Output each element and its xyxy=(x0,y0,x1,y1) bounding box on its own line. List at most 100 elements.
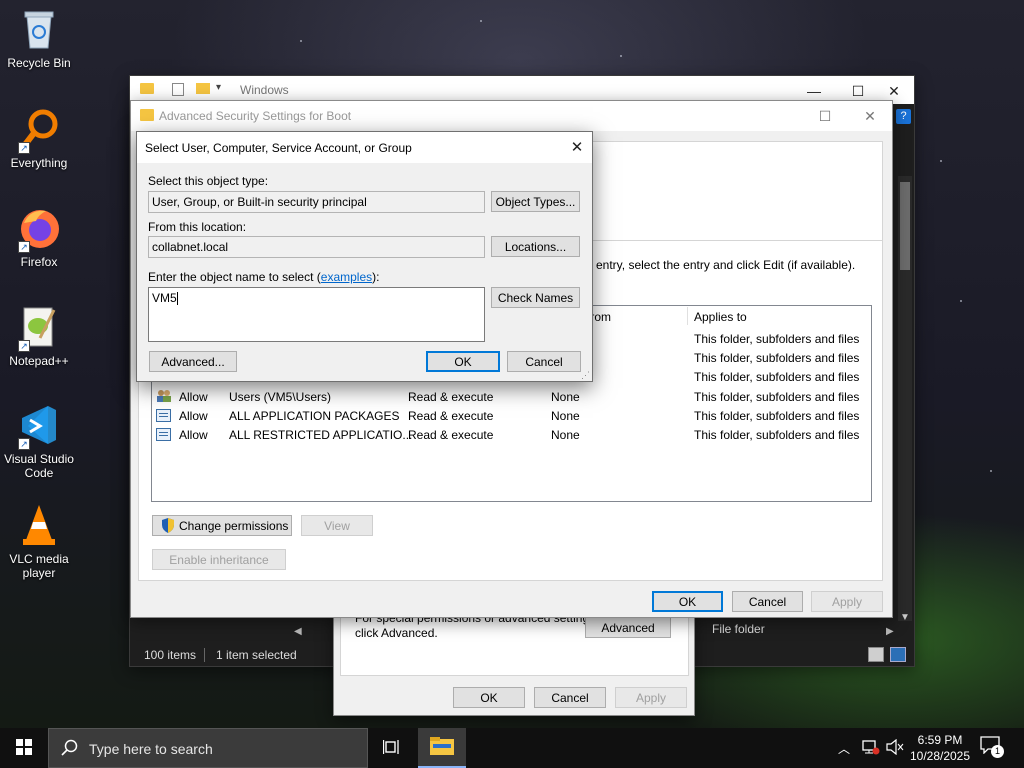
notification-count-badge: 1 xyxy=(991,745,1004,758)
scroll-right-icon[interactable]: ▶ xyxy=(886,626,894,637)
security-principal-icon xyxy=(156,428,171,441)
desktop-icon-notepad-plus-plus[interactable]: ↗ Notepad++ xyxy=(0,304,78,368)
vlc-cone-icon xyxy=(16,502,62,548)
maximize-icon[interactable]: ☐ xyxy=(803,101,847,131)
view-button[interactable]: View xyxy=(301,515,373,536)
desktop-icon-firefox[interactable]: ↗ Firefox xyxy=(0,205,78,269)
object-name-label: Enter the object name to select (example… xyxy=(148,270,379,284)
close-icon[interactable]: ✕ xyxy=(848,101,892,131)
ok-button[interactable]: OK xyxy=(426,351,500,372)
status-item-count: 100 items xyxy=(144,648,197,662)
permission-row[interactable]: Allow Users (VM5\Users) Read & execute N… xyxy=(153,387,870,406)
object-name-label-prefix: Enter the object name to select ( xyxy=(148,270,321,284)
users-group-icon xyxy=(156,389,172,403)
row-access: Read & execute xyxy=(408,390,494,404)
examples-link[interactable]: examples xyxy=(321,270,372,284)
advanced-cancel-button[interactable]: Cancel xyxy=(732,591,803,612)
permission-row[interactable]: Allow ALL RESTRICTED APPLICATIO... Read … xyxy=(153,425,870,444)
select-user-dialog: Select User, Computer, Service Account, … xyxy=(136,131,593,382)
object-name-label-suffix: ): xyxy=(372,270,380,284)
advanced-security-title: Advanced Security Settings for Boot xyxy=(159,109,352,123)
system-clock[interactable]: 6:59 PM 10/28/2025 xyxy=(906,731,974,765)
shortcut-arrow-icon: ↗ xyxy=(18,241,30,253)
location-label: From this location: xyxy=(148,220,247,234)
desktop-icon-vscode[interactable]: ↗ Visual Studio Code xyxy=(0,402,78,480)
row-inherited-from: None xyxy=(551,409,580,423)
shortcut-arrow-icon: ↗ xyxy=(18,142,30,154)
advanced-ok-button[interactable]: OK xyxy=(652,591,723,612)
row-type: Allow xyxy=(179,390,208,404)
boot-properties-window: For special permissions or advanced sett… xyxy=(333,605,695,716)
status-selected-count: 1 item selected xyxy=(216,648,297,662)
row-type: Allow xyxy=(179,428,208,442)
new-folder-quick-icon[interactable] xyxy=(196,83,210,94)
star xyxy=(990,470,992,472)
scroll-down-icon[interactable]: ▼ xyxy=(900,612,910,623)
advanced-apply-button[interactable]: Apply xyxy=(811,591,883,612)
object-name-input[interactable]: VM5 xyxy=(148,287,485,342)
properties-apply-button[interactable]: Apply xyxy=(615,687,687,708)
details-view-icon[interactable] xyxy=(868,647,884,662)
notification-center-button[interactable]: 1 xyxy=(980,736,1006,760)
cancel-button[interactable]: Cancel xyxy=(507,351,581,372)
folder-icon xyxy=(140,109,154,121)
row-principal: ALL RESTRICTED APPLICATIO... xyxy=(229,428,413,442)
row-access: Read & execute xyxy=(408,428,494,442)
help-icon[interactable]: ? xyxy=(896,109,911,124)
shortcut-arrow-icon: ↗ xyxy=(18,438,30,450)
object-types-button[interactable]: Object Types... xyxy=(491,191,580,212)
close-icon[interactable]: ✕ xyxy=(555,132,599,162)
location-field: collabnet.local xyxy=(148,236,485,258)
taskbar-file-explorer-button[interactable] xyxy=(418,728,466,768)
scroll-left-icon[interactable]: ◀ xyxy=(294,626,302,637)
recycle-bin-icon xyxy=(16,6,62,52)
change-permissions-label: Change permissions xyxy=(179,518,289,533)
scrollbar-thumb[interactable] xyxy=(900,182,910,270)
windows-logo-icon xyxy=(16,738,32,758)
network-icon[interactable] xyxy=(862,739,880,758)
object-type-label: Select this object type: xyxy=(148,174,269,188)
locations-button[interactable]: Locations... xyxy=(491,236,580,257)
properties-cancel-button[interactable]: Cancel xyxy=(534,687,606,708)
explorer-title: Windows xyxy=(240,83,289,97)
row-applies-to: This folder, subfolders and files xyxy=(694,428,860,442)
search-magnifier-icon: ↗ xyxy=(16,106,62,154)
resize-grip-icon[interactable]: ⋰ xyxy=(581,370,590,381)
check-names-button[interactable]: Check Names xyxy=(491,287,580,308)
security-principal-icon xyxy=(156,409,171,422)
object-type-field: User, Group, or Built-in security princi… xyxy=(148,191,485,213)
show-hidden-icons-chevron[interactable]: ︿ xyxy=(838,740,850,757)
folder-icon xyxy=(140,83,154,94)
advanced-button[interactable]: Advanced... xyxy=(149,351,237,372)
object-name-value: VM5 xyxy=(152,291,177,305)
uac-shield-icon xyxy=(161,518,175,533)
clock-date: 10/28/2025 xyxy=(909,749,971,763)
desktop-icon-everything[interactable]: ↗ Everything xyxy=(0,106,78,170)
volume-muted-icon[interactable] xyxy=(886,738,904,758)
properties-quick-icon[interactable] xyxy=(172,83,184,96)
select-dialog-titlebar: Select User, Computer, Service Account, … xyxy=(137,132,592,163)
explorer-scrollbar[interactable] xyxy=(898,176,912,621)
desktop-icon-label: Everything xyxy=(10,156,68,170)
task-view-icon xyxy=(382,739,401,758)
firefox-icon: ↗ xyxy=(16,205,62,253)
change-permissions-button[interactable]: Change permissions xyxy=(152,515,292,536)
clock-time: 6:59 PM xyxy=(917,733,963,747)
column-divider xyxy=(687,307,688,325)
file-explorer-icon xyxy=(430,736,454,758)
permission-row[interactable]: Allow ALL APPLICATION PACKAGES Read & ex… xyxy=(153,406,870,425)
desktop-icon-recycle-bin[interactable]: Recycle Bin xyxy=(0,6,78,70)
task-view-button[interactable] xyxy=(372,728,412,768)
start-button[interactable] xyxy=(0,728,48,768)
properties-ok-button[interactable]: OK xyxy=(453,687,525,708)
quick-access-dropdown-icon[interactable]: ▾ xyxy=(216,82,221,93)
star xyxy=(940,160,942,162)
desktop-icon-vlc[interactable]: VLC media player xyxy=(0,502,78,580)
desktop-icon-label: Visual Studio Code xyxy=(4,452,74,480)
taskbar-search-box[interactable]: Type here to search xyxy=(48,728,368,768)
status-divider xyxy=(204,648,205,662)
column-header-applies-to[interactable]: Applies to xyxy=(694,310,747,324)
enable-inheritance-button[interactable]: Enable inheritance xyxy=(152,549,286,570)
properties-advanced-button[interactable]: Advanced xyxy=(585,617,671,638)
large-icons-view-icon[interactable] xyxy=(890,647,906,662)
